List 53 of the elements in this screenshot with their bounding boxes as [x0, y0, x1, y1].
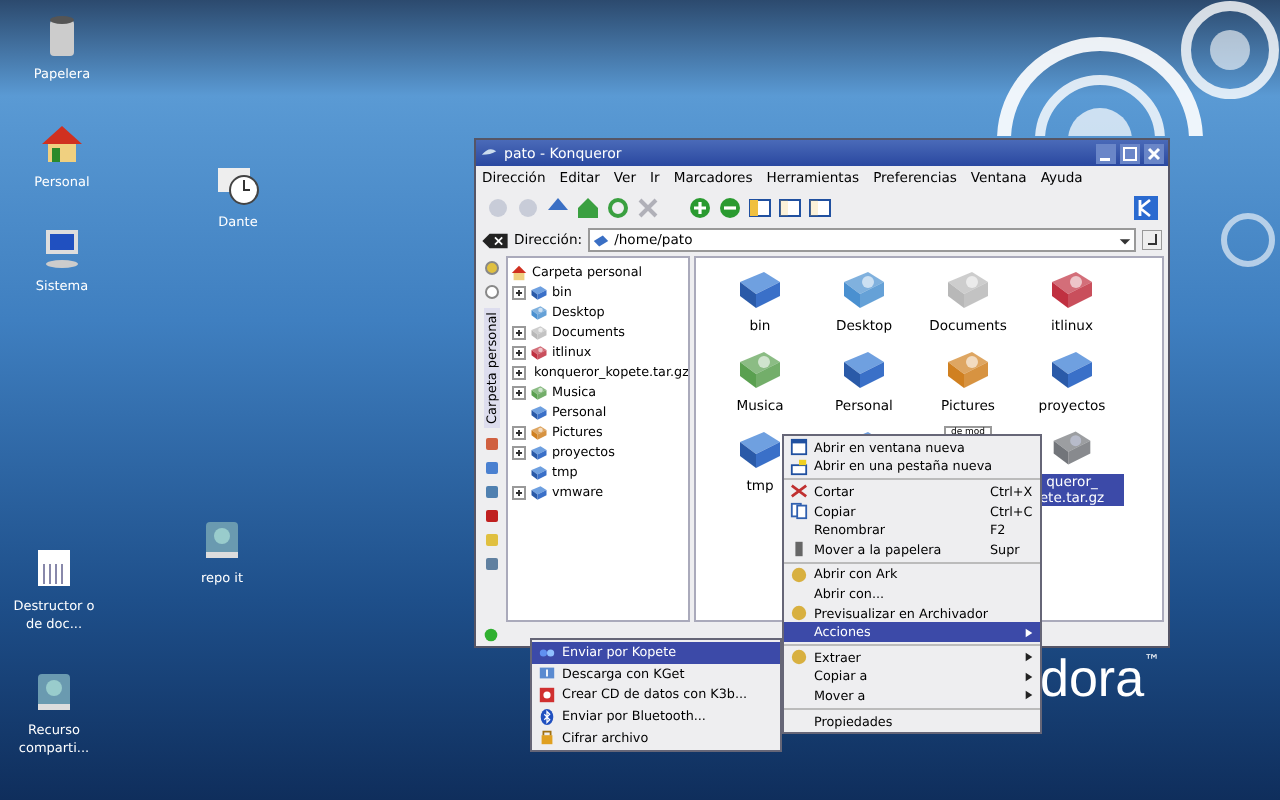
documents-icon	[530, 323, 548, 341]
folder-icon	[1048, 346, 1096, 394]
pictures-icon	[944, 346, 992, 394]
folder-icon	[530, 483, 548, 501]
folder-icon	[840, 346, 888, 394]
folder-icon	[530, 403, 548, 421]
maximize-icon[interactable]	[1120, 143, 1140, 163]
zoom-in-icon[interactable]	[688, 196, 712, 220]
expand-icon[interactable]	[512, 445, 526, 459]
lock-icon	[538, 728, 556, 747]
kde-logo-icon[interactable]	[1134, 196, 1158, 220]
pictures-icon	[530, 423, 548, 441]
music-icon	[736, 346, 784, 394]
clear-location-icon[interactable]	[482, 231, 508, 249]
expand-icon[interactable]	[512, 425, 526, 439]
trash-icon	[790, 540, 808, 559]
itlinux-icon	[1048, 266, 1096, 314]
music-icon	[530, 383, 548, 401]
status-light-icon	[482, 626, 500, 644]
go-icon[interactable]	[1142, 230, 1162, 250]
folder-icon	[530, 283, 548, 301]
list-view-icon[interactable]	[778, 196, 802, 220]
folder-icon	[736, 266, 784, 314]
bluetooth-icon	[538, 707, 556, 726]
zoom-out-icon[interactable]	[718, 196, 742, 220]
reload-icon[interactable]	[606, 196, 630, 220]
documents-icon	[944, 266, 992, 314]
expand-icon[interactable]	[512, 285, 526, 299]
split-view-icon[interactable]	[748, 196, 772, 220]
desktop-icon	[840, 266, 888, 314]
desktop-icon	[530, 303, 548, 321]
expand-icon[interactable]	[512, 345, 526, 359]
brand-text: dora	[1040, 652, 1145, 704]
itlinux-icon	[530, 343, 548, 361]
window-icon	[790, 438, 808, 457]
scissors-icon	[790, 482, 808, 501]
copy-icon	[790, 502, 808, 521]
preview-icon[interactable]	[808, 196, 832, 220]
folder-icon	[736, 426, 784, 474]
cd-icon	[538, 685, 556, 704]
download-icon	[538, 664, 556, 683]
expand-icon[interactable]	[512, 385, 526, 399]
tab-icon	[790, 457, 808, 476]
folder-icon	[530, 443, 548, 461]
folder-icon	[592, 231, 611, 249]
folder-icon	[530, 463, 548, 481]
dropdown-arrow-icon[interactable]	[1118, 233, 1132, 247]
expand-icon[interactable]	[512, 365, 526, 379]
minimize-icon[interactable]	[1096, 143, 1116, 163]
expand-icon[interactable]	[512, 325, 526, 339]
close-icon[interactable]	[1144, 143, 1164, 163]
trademark-mark: ™	[1144, 652, 1161, 670]
expand-icon[interactable]	[512, 485, 526, 499]
